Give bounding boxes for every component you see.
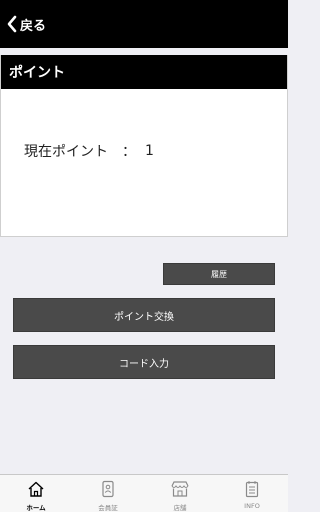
current-points-row: 現在ポイント ： 1 bbox=[24, 141, 154, 161]
tab-label: ホーム bbox=[26, 504, 46, 512]
tab-member-card[interactable]: 会員証 bbox=[72, 475, 144, 512]
tab-label: INFO bbox=[244, 502, 260, 510]
top-bar: 戻る bbox=[0, 0, 288, 48]
tab-info[interactable]: INFO bbox=[216, 475, 288, 512]
points-card-title: ポイント bbox=[1, 55, 287, 89]
tab-label: 会員証 bbox=[98, 504, 118, 512]
store-icon bbox=[170, 480, 190, 498]
member-card-icon bbox=[99, 480, 117, 498]
tab-home[interactable]: ホーム bbox=[0, 475, 72, 512]
code-input-button[interactable]: コード入力 bbox=[13, 345, 275, 379]
chevron-left-icon bbox=[6, 15, 18, 33]
points-separator: ： bbox=[122, 144, 136, 160]
info-list-icon bbox=[243, 480, 261, 498]
point-exchange-button[interactable]: ポイント交換 bbox=[13, 298, 275, 332]
current-points-label: 現在ポイント bbox=[24, 144, 108, 160]
points-card: ポイント 現在ポイント ： 1 bbox=[0, 55, 288, 237]
tab-label: 店舗 bbox=[173, 504, 187, 512]
back-button[interactable]: 戻る bbox=[0, 0, 46, 48]
current-points-value: 1 bbox=[145, 143, 154, 159]
back-label: 戻る bbox=[20, 19, 47, 34]
history-button[interactable]: 履歴 bbox=[163, 263, 275, 285]
home-icon bbox=[27, 480, 45, 498]
tab-store[interactable]: 店舗 bbox=[144, 475, 216, 512]
tab-bar: ホーム 会員証 店舗 INFO bbox=[0, 474, 288, 512]
